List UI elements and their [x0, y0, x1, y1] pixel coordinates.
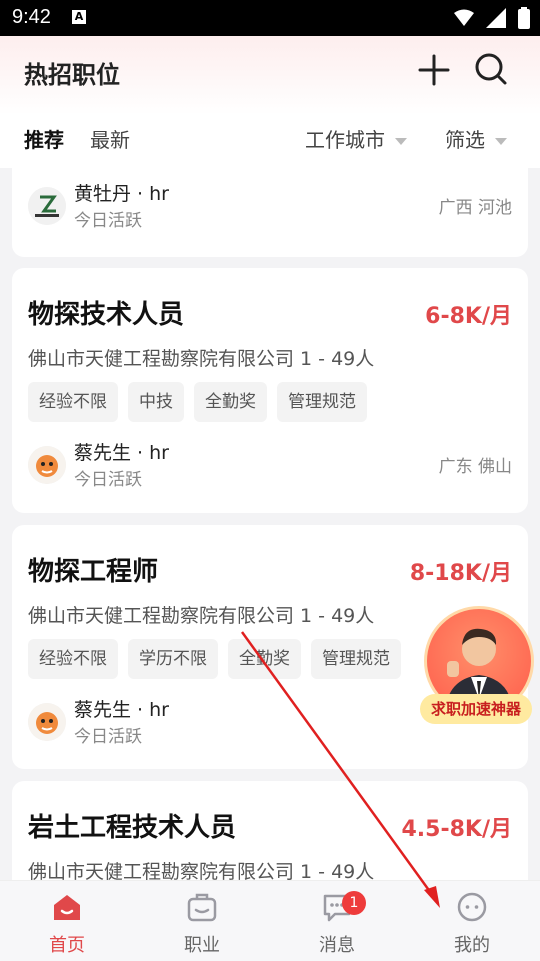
tab-me[interactable]: 我的	[427, 881, 517, 961]
recruiter-name: 黄牡丹 · hr	[74, 183, 169, 205]
job-title: 物探工程师	[28, 557, 159, 587]
job-card[interactable]: 黄牡丹 · hr 今日活跃 广西 河池	[12, 168, 528, 257]
job-tags: 经验不限 中技 全勤奖 管理规范	[28, 382, 367, 422]
tab-row: 推荐 最新 工作城市 筛选	[0, 118, 540, 158]
unread-badge: 1	[342, 891, 366, 915]
city-filter[interactable]: 工作城市	[305, 124, 407, 153]
recruiter-name: 蔡先生 · hr	[74, 442, 169, 464]
job-salary: 4.5-8K/月	[401, 817, 513, 842]
recruiter-name: 蔡先生 · hr	[74, 699, 169, 721]
avatar	[28, 446, 66, 484]
promo-widget[interactable]: 求职加速神器	[420, 598, 534, 728]
chevron-down-icon	[395, 138, 407, 145]
profile-icon	[457, 892, 487, 922]
briefcase-icon	[187, 893, 217, 922]
job-tag: 管理规范	[311, 639, 401, 679]
job-location: 广东 佛山	[438, 457, 512, 477]
tab-home[interactable]: 首页	[22, 881, 112, 961]
recruiter-active: 今日活跃	[74, 470, 142, 490]
recruiter-active: 今日活跃	[74, 727, 142, 747]
avatar	[28, 703, 66, 741]
job-card[interactable]: 物探技术人员 6-8K/月 佛山市天健工程勘察院有限公司 1 - 49人 经验不…	[12, 268, 528, 513]
tab-messages[interactable]: 1 消息	[292, 881, 382, 961]
filter-dropdown[interactable]: 筛选	[445, 124, 507, 153]
job-tags: 经验不限 学历不限 全勤奖 管理规范	[28, 639, 401, 679]
company-info: 佛山市天健工程勘察院有限公司 1 - 49人	[28, 605, 375, 627]
tab-label: 消息	[319, 935, 355, 956]
job-salary: 6-8K/月	[425, 304, 512, 329]
job-tag: 中技	[128, 382, 184, 422]
job-location: 广西 河池	[438, 198, 512, 218]
notification-icon: A	[72, 10, 86, 24]
search-icon[interactable]	[474, 52, 508, 86]
job-tag: 学历不限	[128, 639, 218, 679]
home-icon	[54, 895, 80, 920]
tab-label: 职业	[184, 935, 220, 956]
job-tag: 经验不限	[28, 639, 118, 679]
job-tag: 全勤奖	[194, 382, 267, 422]
city-filter-label: 工作城市	[305, 128, 385, 152]
signal-icon	[486, 8, 506, 28]
recruiter-info: 蔡先生 · hr 今日活跃 广东 佛山	[28, 438, 512, 494]
tab-label: 首页	[49, 935, 85, 956]
bottom-tab-bar: 首页 职业 1 消息 我的	[0, 880, 540, 961]
job-tag: 管理规范	[277, 382, 367, 422]
job-title: 物探技术人员	[28, 300, 185, 330]
job-salary: 8-18K/月	[409, 561, 512, 586]
status-time: 9:42	[12, 6, 51, 28]
add-icon[interactable]	[418, 54, 450, 86]
company-info: 佛山市天健工程勘察院有限公司 1 - 49人	[28, 861, 375, 880]
battery-icon	[518, 7, 530, 29]
job-tag: 全勤奖	[228, 639, 301, 679]
job-tag: 经验不限	[28, 382, 118, 422]
tab-career[interactable]: 职业	[157, 881, 247, 961]
tab-label: 我的	[454, 935, 490, 956]
filter-label: 筛选	[445, 128, 485, 152]
wifi-icon	[454, 9, 474, 26]
page-title: 热招职位	[24, 61, 120, 89]
page-header: 热招职位 推荐 最新 工作城市 筛选	[0, 36, 540, 168]
recruiter-active: 今日活跃	[74, 211, 142, 231]
job-list[interactable]: 黄牡丹 · hr 今日活跃 广西 河池 物探技术人员 6-8K/月 佛山市天健工…	[0, 168, 540, 880]
job-card[interactable]: 岩土工程技术人员 4.5-8K/月 佛山市天健工程勘察院有限公司 1 - 49人	[12, 781, 528, 880]
avatar	[28, 187, 66, 225]
tab-recommend[interactable]: 推荐	[24, 124, 64, 153]
tab-latest[interactable]: 最新	[90, 124, 130, 153]
status-bar: 9:42 A	[0, 0, 540, 36]
chevron-down-icon	[495, 138, 507, 145]
promo-label: 求职加速神器	[420, 694, 532, 724]
recruiter-info: 黄牡丹 · hr 今日活跃 广西 河池	[28, 179, 512, 235]
job-title: 岩土工程技术人员	[28, 813, 237, 843]
company-info: 佛山市天健工程勘察院有限公司 1 - 49人	[28, 348, 375, 370]
